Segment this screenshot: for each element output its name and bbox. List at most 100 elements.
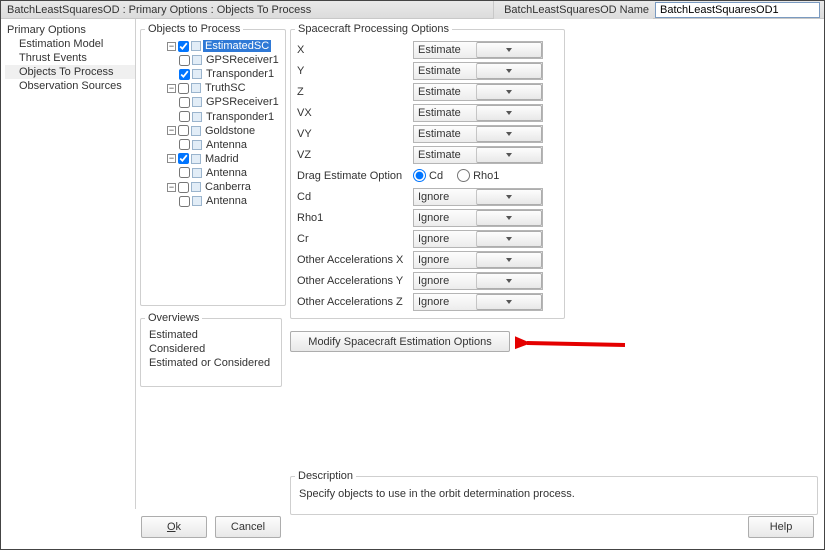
nav-item-observation-sources[interactable]: Observation Sources [5,79,135,93]
spo-combo[interactable]: Ignore [413,272,543,290]
chevron-down-icon[interactable] [476,231,542,247]
radio-rho1[interactable]: Rho1 [457,169,499,182]
chevron-down-icon[interactable] [476,189,542,205]
tree-node[interactable]: GPSReceiver1 [145,95,281,109]
tree-label[interactable]: Transponder1 [204,68,276,80]
tree-checkbox[interactable] [178,83,189,94]
tree-label[interactable]: Canberra [203,181,253,193]
chevron-down-icon[interactable] [476,210,542,226]
objects-tree[interactable]: − EstimatedSC GPSReceiver1 Transponder1 − Tru… [145,39,281,299]
tree-node[interactable]: Transponder1 [145,109,281,123]
object-icon [192,97,202,107]
tree-node[interactable]: − Canberra [145,180,281,194]
spo-combo[interactable]: Ignore [413,188,543,206]
tree-node[interactable]: − TruthSC [145,81,281,95]
nav-root[interactable]: Primary Options [5,23,135,37]
tree-checkbox[interactable] [179,97,190,108]
spo-combo[interactable]: Ignore [413,230,543,248]
overview-item[interactable]: Estimated [145,328,277,342]
modify-row: Modify Spacecraft Estimation Options [290,331,818,352]
object-icon [192,168,202,178]
tree-label[interactable]: Antenna [204,167,249,179]
spo-label: Y [295,65,413,77]
tree-checkbox[interactable] [179,55,190,66]
tree-checkbox[interactable] [179,167,190,178]
tree-node[interactable]: Antenna [145,138,281,152]
tree-checkbox[interactable] [179,196,190,207]
radio-cd[interactable]: Cd [413,169,443,182]
tree-checkbox[interactable] [179,111,190,122]
tree-node[interactable]: GPSReceiver1 [145,53,281,67]
tree-checkbox[interactable] [178,182,189,193]
name-input[interactable] [655,2,820,18]
overview-item[interactable]: Considered [145,342,277,356]
chevron-down-icon[interactable] [476,42,542,58]
spo-combo[interactable]: Estimate [413,83,543,101]
nav-item-estimation-model[interactable]: Estimation Model [5,37,135,51]
expand-toggle-icon[interactable]: − [167,42,176,51]
spo-combo[interactable]: Estimate [413,146,543,164]
spo-row: Other Accelerations ZIgnore [295,291,560,312]
tree-label[interactable]: Antenna [204,139,249,151]
tree-label[interactable]: Antenna [204,195,249,207]
spo-combo[interactable]: Ignore [413,209,543,227]
chevron-down-icon[interactable] [476,84,542,100]
tree-label[interactable]: EstimatedSC [203,40,271,52]
tree-checkbox[interactable] [178,41,189,52]
spo-label: VZ [295,149,413,161]
tree-node[interactable]: − Goldstone [145,124,281,138]
spo-row: VZEstimate [295,144,560,165]
overview-item[interactable]: Estimated or Considered [145,356,277,370]
expand-toggle-icon[interactable]: − [167,126,176,135]
expand-toggle-icon[interactable]: − [167,84,176,93]
chevron-down-icon[interactable] [476,126,542,142]
tree-label[interactable]: Goldstone [203,125,257,137]
expand-toggle-icon[interactable]: − [167,154,176,163]
breadcrumb: BatchLeastSquaresOD : Primary Options : … [1,4,493,16]
tree-checkbox[interactable] [179,139,190,150]
spo-combo[interactable]: Ignore [413,293,543,311]
tree-checkbox[interactable] [179,69,190,80]
overviews-panel: Overviews EstimatedConsideredEstimated o… [140,312,282,387]
chevron-down-icon[interactable] [476,273,542,289]
chevron-down-icon[interactable] [476,105,542,121]
radio-cd-input[interactable] [413,169,426,182]
cancel-button[interactable]: Cancel [215,516,281,538]
tree-node[interactable]: − Madrid [145,152,281,166]
spo-combo[interactable]: Estimate [413,62,543,80]
spo-label: Other Accelerations X [295,254,413,266]
tree-label[interactable]: GPSReceiver1 [204,54,281,66]
help-button[interactable]: Help [748,516,814,538]
chevron-down-icon[interactable] [476,294,542,310]
tree-label[interactable]: Transponder1 [204,111,276,123]
tree-label[interactable]: TruthSC [203,82,248,94]
expand-toggle-icon[interactable]: − [167,183,176,192]
tree-label[interactable]: Madrid [203,153,241,165]
tree-node[interactable]: − EstimatedSC [145,39,281,53]
spo-combo[interactable]: Estimate [413,104,543,122]
spo-combo[interactable]: Estimate [413,41,543,59]
object-icon [191,41,201,51]
chevron-down-icon[interactable] [476,147,542,163]
nav-tree: Primary Options Estimation Model Thrust … [1,19,136,509]
chevron-down-icon[interactable] [476,252,542,268]
spo-combo[interactable]: Ignore [413,251,543,269]
tree-node[interactable]: Antenna [145,166,281,180]
spo-combo[interactable]: Estimate [413,125,543,143]
tree-checkbox[interactable] [178,153,189,164]
tree-checkbox[interactable] [178,125,189,136]
tree-label[interactable]: GPSReceiver1 [204,96,281,108]
tree-node[interactable]: Antenna [145,194,281,208]
radio-rho1-input[interactable] [457,169,470,182]
modify-spacecraft-estimation-button[interactable]: Modify Spacecraft Estimation Options [290,331,510,352]
spo-row: Rho1Ignore [295,207,560,228]
spo-label: Rho1 [295,212,413,224]
nav-item-thrust-events[interactable]: Thrust Events [5,51,135,65]
ok-button[interactable]: Ok [141,516,207,538]
spo-row: XEstimate [295,39,560,60]
tree-node[interactable]: Transponder1 [145,67,281,81]
nav-item-objects-to-process[interactable]: Objects To Process [5,65,135,79]
spo-title: Spacecraft Processing Options [295,23,452,35]
chevron-down-icon[interactable] [476,63,542,79]
description-title: Description [295,470,356,482]
